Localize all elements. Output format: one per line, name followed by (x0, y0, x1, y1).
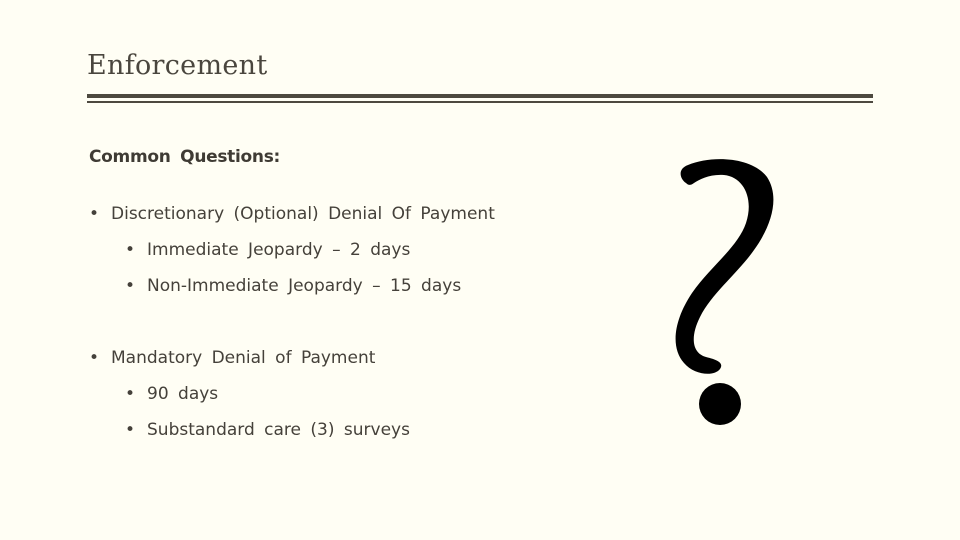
bullet-icon: • (125, 240, 136, 260)
bullet-item: • Mandatory Denial of Payment (89, 348, 375, 368)
bullet-text: 90 days (147, 384, 219, 404)
bullet-text: Discretionary (Optional) Denial Of Payme… (111, 204, 495, 224)
question-mark-dot (699, 383, 741, 425)
bullet-item: • Discretionary (Optional) Denial Of Paym… (89, 204, 495, 224)
subheading: Common Questions: (89, 147, 281, 167)
bullet-icon: • (89, 348, 100, 368)
bullet-icon: • (125, 384, 136, 404)
bullet-icon: • (89, 204, 100, 224)
title-divider-thin (87, 101, 873, 103)
title-divider-thick (87, 94, 873, 98)
question-mark-icon (672, 155, 782, 435)
question-mark-hook (675, 159, 774, 374)
sub-bullet-item: • Substandard care (3) surveys (125, 420, 410, 440)
bullet-text: Mandatory Denial of Payment (111, 348, 376, 368)
slide-title: Enforcement (87, 50, 268, 81)
bullet-text: Immediate Jeopardy – 2 days (147, 240, 411, 260)
sub-bullet-item: • 90 days (125, 384, 218, 404)
sub-bullet-item: • Immediate Jeopardy – 2 days (125, 240, 410, 260)
bullet-text: Substandard care (3) surveys (147, 420, 410, 440)
bullet-icon: • (125, 276, 136, 296)
sub-bullet-item: • Non-Immediate Jeopardy – 15 days (125, 276, 461, 296)
bullet-text: Non-Immediate Jeopardy – 15 days (147, 276, 462, 296)
bullet-icon: • (125, 420, 136, 440)
